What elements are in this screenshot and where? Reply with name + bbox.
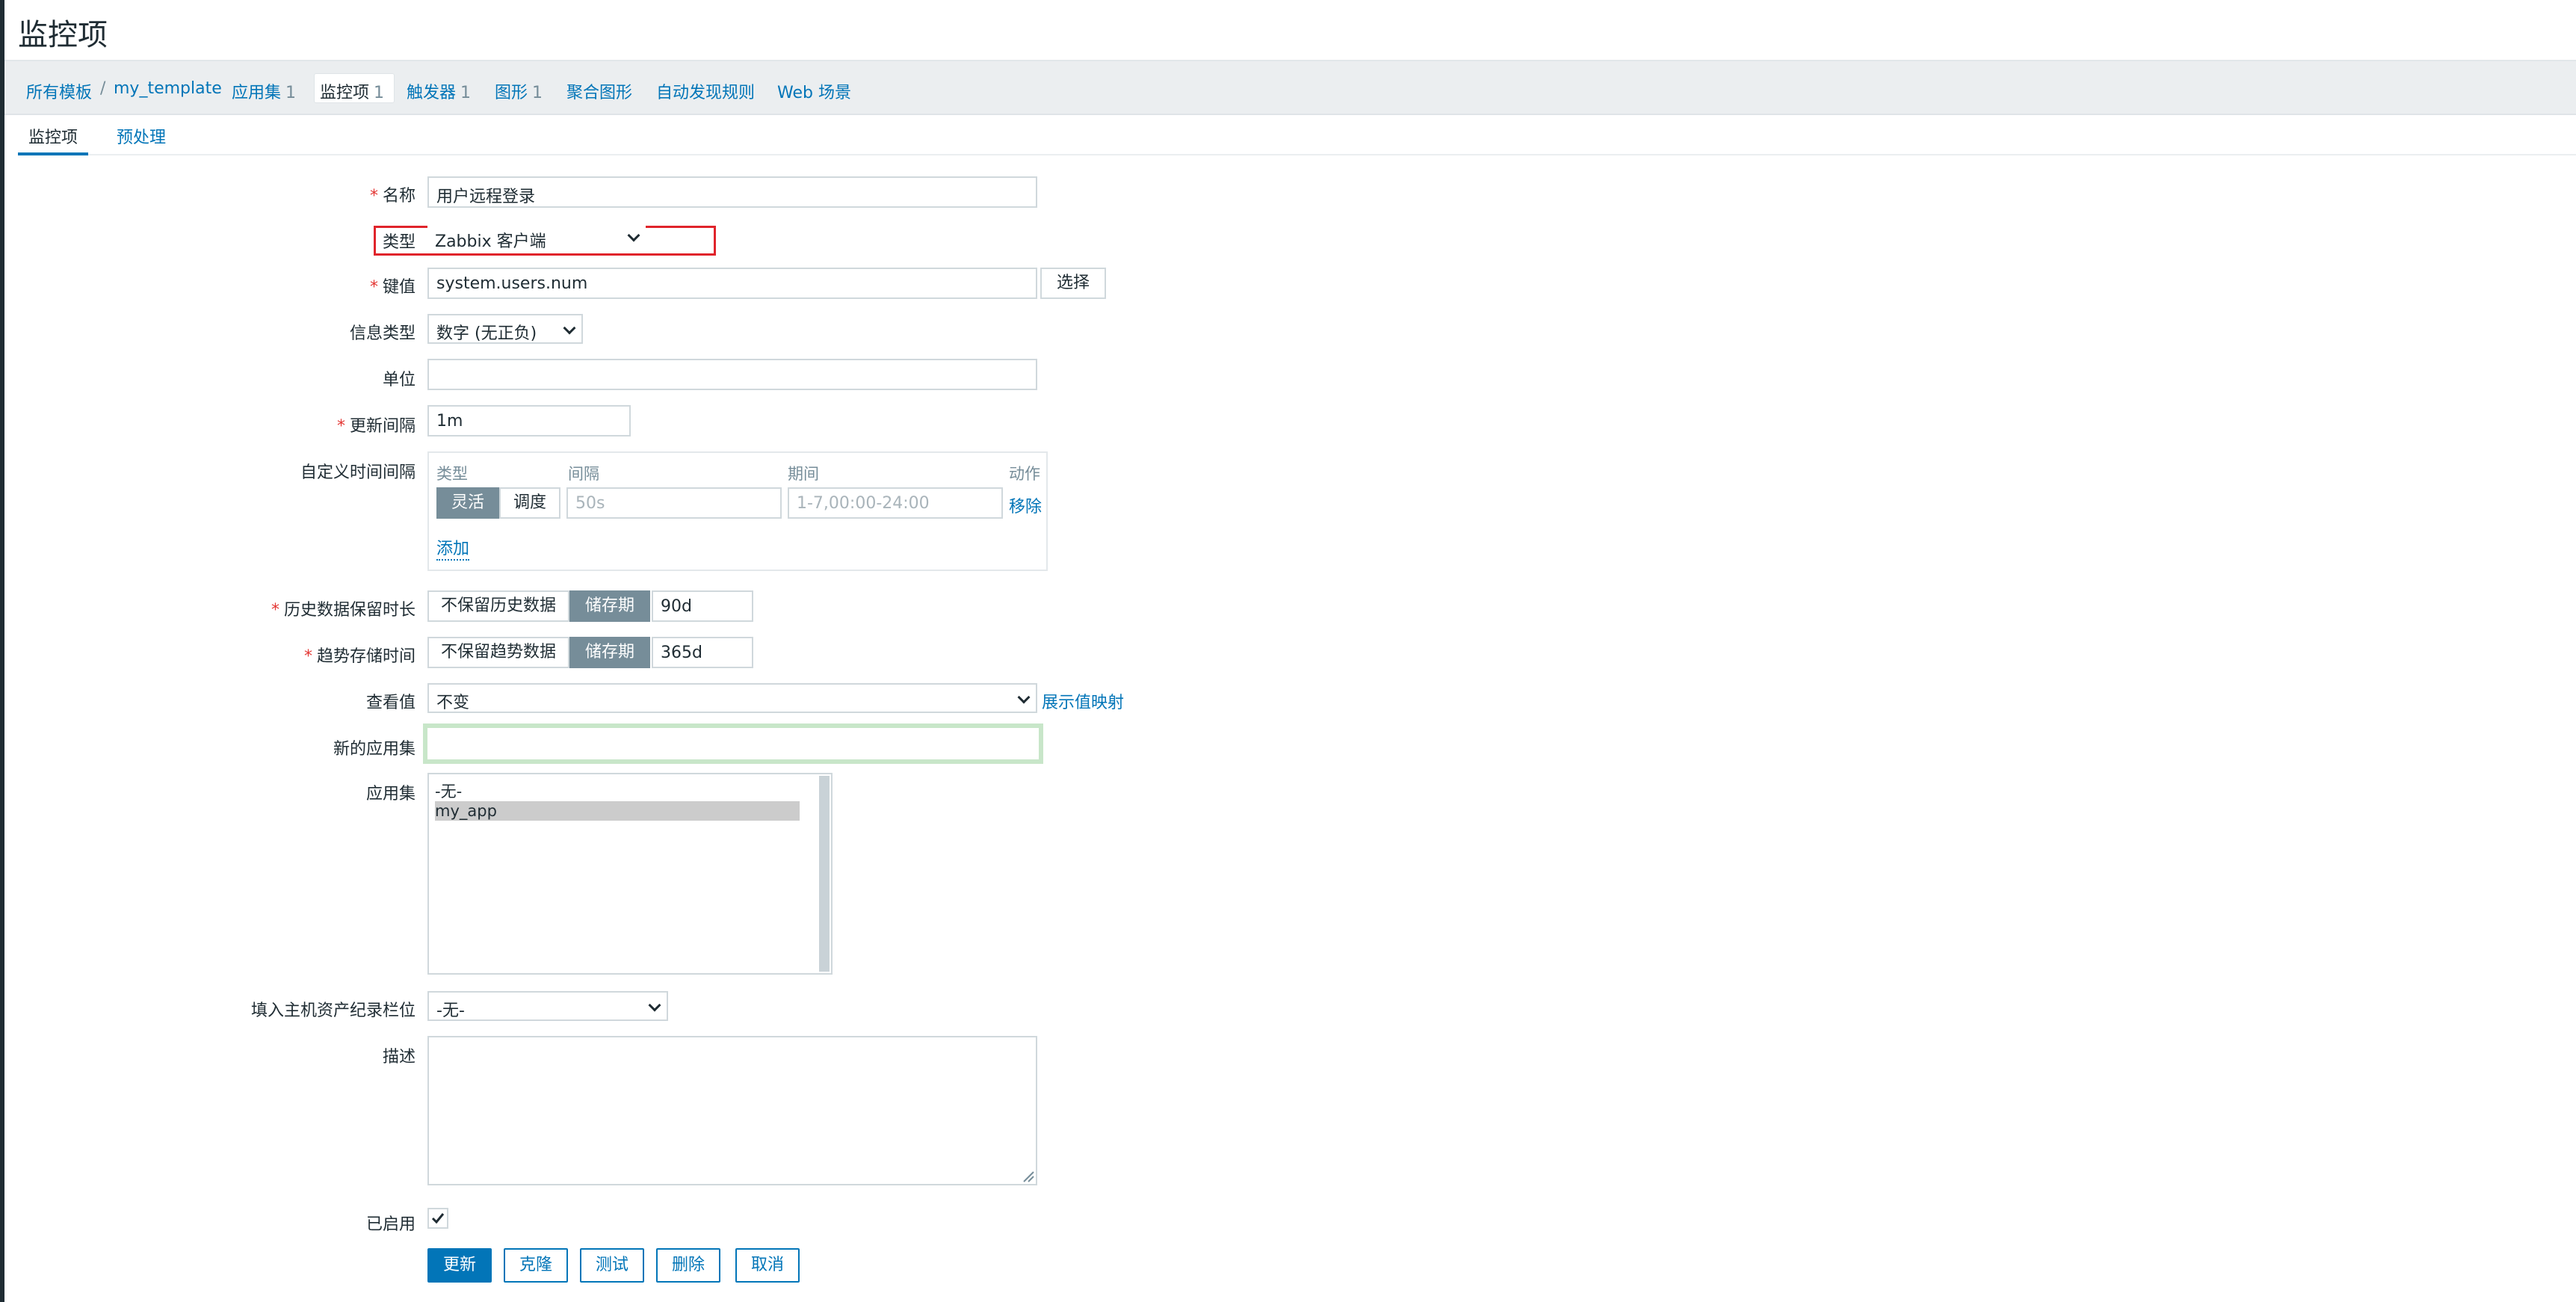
cancel-button[interactable]: 取消 [735,1248,800,1283]
applications-label: 应用集 [365,785,416,803]
breadcrumb-separator: / [100,79,106,98]
resize-handle-icon[interactable] [1022,1170,1034,1182]
inventory-value: -无- [436,1002,465,1020]
name-input[interactable]: 用户远程登录 [427,176,1037,208]
nav-applications[interactable]: 应用集 1 [232,79,296,103]
valuemap-select[interactable]: 不变 [427,683,1037,713]
breadcrumb-all-templates[interactable]: 所有模板 [26,79,92,103]
breadcrumb-bar: 所有模板 / my_template 应用集 1 监控项 1 触发器 1 图形 1 聚合… [4,61,2576,115]
new-application-input[interactable] [423,723,1043,764]
info-type-value: 数字 (无正负) [436,324,537,343]
trends-input[interactable]: 365d [652,637,753,668]
history-do-not-keep-toggle[interactable]: 不保留历史数据 [427,590,569,622]
nav-web-scenarios[interactable]: Web 场景 [777,79,851,103]
chevron-down-icon [648,999,661,1012]
units-input[interactable] [427,359,1037,390]
applications-listbox[interactable]: -无- my_app [427,773,833,975]
units-label: 单位 [382,371,416,389]
nav-items[interactable]: 监控项 1 [320,79,384,103]
info-type-label: 信息类型 [349,324,416,343]
history-storage-period-toggle[interactable]: 储存期 [569,590,650,622]
nav-screens[interactable]: 聚合图形 [566,79,632,103]
update-button[interactable]: 更新 [427,1248,492,1283]
custom-intervals-table: 类型 间隔 期间 动作 灵活 调度 50s 1-7,00:00-24:00 移除… [427,451,1048,571]
valuemap-value: 不变 [436,694,470,712]
ci-header-type: 类型 [436,465,468,483]
listbox-scrollbar[interactable] [819,776,830,972]
trends-label: * 趋势存储时间 [303,647,416,666]
checkmark-icon [431,1213,445,1224]
show-valuemap-link[interactable]: 展示值映射 [1042,689,1124,713]
clone-button[interactable]: 克隆 [504,1248,568,1283]
application-option[interactable]: -无- [435,782,800,801]
nav-discovery-rules[interactable]: 自动发现规则 [656,79,755,103]
page-title: 监控项 [18,18,108,52]
description-label: 描述 [382,1048,416,1067]
tab-preprocessing[interactable]: 预处理 [106,124,176,155]
test-button[interactable]: 测试 [580,1248,644,1283]
inventory-select[interactable]: -无- [427,991,668,1021]
ci-remove-link[interactable]: 移除 [1009,493,1042,517]
history-label: * 历史数据保留时长 [271,601,416,620]
info-type-select[interactable]: 数字 (无正负) [427,314,583,344]
nav-graphs[interactable]: 图形 1 [495,79,543,103]
chevron-down-icon [1017,691,1031,704]
name-label: * 名称 [369,187,416,206]
key-label: * 键值 [369,278,416,297]
trends-do-not-keep-toggle[interactable]: 不保留趋势数据 [427,637,569,668]
trends-storage-period-toggle[interactable]: 储存期 [569,637,650,668]
ci-add-link[interactable]: 添加 [436,535,470,561]
type-label: 类型 [382,233,416,252]
type-select[interactable]: Zabbix 客户端 [427,226,646,253]
enabled-checkbox[interactable] [427,1208,448,1229]
page-header: 监控项 [4,0,2576,61]
nav-triggers[interactable]: 触发器 1 [407,79,471,103]
breadcrumb-template[interactable]: my_template [114,79,222,98]
ci-header-interval: 间隔 [568,465,599,483]
key-select-button[interactable]: 选择 [1040,268,1106,299]
key-input[interactable]: system.users.num [427,268,1037,299]
update-interval-label: * 更新间隔 [336,417,416,436]
chevron-down-icon [563,321,576,335]
ci-header-action: 动作 [1009,465,1040,483]
description-textarea[interactable] [427,1036,1037,1185]
tab-item[interactable]: 监控项 [18,124,89,155]
form-tabs: 监控项 预处理 [18,115,2576,155]
ci-interval-input[interactable]: 50s [566,487,782,519]
chevron-down-icon [627,229,640,242]
application-option-selected[interactable]: my_app [435,801,800,821]
type-select-value: Zabbix 客户端 [435,232,546,251]
valuemap-label: 查看值 [365,694,416,712]
history-input[interactable]: 90d [652,590,753,622]
new-application-label: 新的应用集 [333,740,416,759]
left-sidebar-edge [0,0,4,1302]
custom-intervals-label: 自定义时间间隔 [300,463,416,482]
ci-header-period: 期间 [788,465,819,483]
update-interval-input[interactable]: 1m [427,405,631,436]
ci-flexible-toggle[interactable]: 灵活 [436,487,499,519]
ci-scheduling-toggle[interactable]: 调度 [499,487,560,519]
ci-period-input[interactable]: 1-7,00:00-24:00 [788,487,1003,519]
inventory-label: 填入主机资产纪录栏位 [250,1002,416,1020]
delete-button[interactable]: 删除 [656,1248,720,1283]
enabled-label: 已启用 [365,1215,416,1234]
